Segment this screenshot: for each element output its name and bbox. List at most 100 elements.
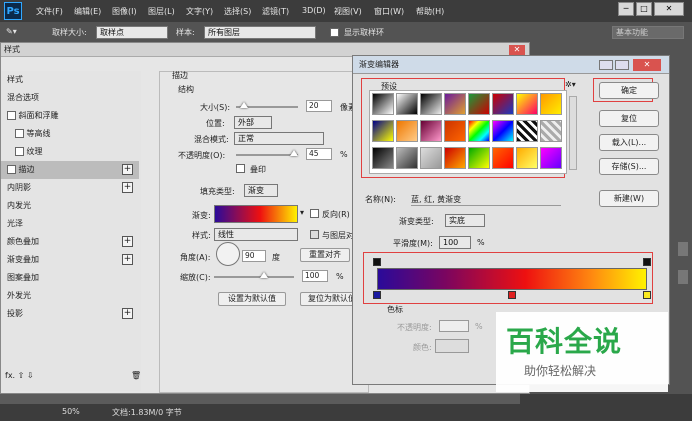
scrollbar[interactable] xyxy=(0,394,520,404)
close-icon[interactable]: ✕ xyxy=(633,59,661,71)
sample-select[interactable]: 所有图层 xyxy=(204,26,316,39)
opacity-input[interactable]: 45 xyxy=(306,148,332,160)
style-item-inner-shadow[interactable]: 内阴影 + xyxy=(1,179,139,197)
style-item-pattern-overlay[interactable]: 图案叠加 xyxy=(1,269,139,287)
preset-swatch[interactable] xyxy=(396,93,418,115)
preset-swatch[interactable] xyxy=(444,147,466,169)
preset-swatch[interactable] xyxy=(396,120,418,142)
maximize-icon[interactable] xyxy=(615,60,629,70)
style-item-texture[interactable]: 纹理 xyxy=(1,143,139,161)
minimize-icon[interactable]: ─ xyxy=(618,2,634,16)
preset-swatch[interactable] xyxy=(372,93,394,115)
menu-layer[interactable]: 图层(L) xyxy=(148,6,175,17)
fx-arrows-icon[interactable]: fx. ⇧ ⇩ xyxy=(5,371,34,380)
angle-dial[interactable] xyxy=(216,242,240,266)
style-item-contour[interactable]: 等高线 xyxy=(1,125,139,143)
contour-checkbox[interactable] xyxy=(15,129,24,138)
preset-swatch[interactable] xyxy=(444,120,466,142)
preset-swatch[interactable] xyxy=(492,147,514,169)
close-icon[interactable]: ✕ xyxy=(654,2,684,16)
chevron-down-icon[interactable]: ▾ xyxy=(300,208,304,217)
preset-swatch[interactable] xyxy=(540,120,562,142)
eyedropper-icon[interactable]: ✎▾ xyxy=(6,27,17,36)
preset-swatch[interactable] xyxy=(516,93,538,115)
smoothness-input[interactable]: 100 xyxy=(439,236,471,249)
overprint-checkbox[interactable] xyxy=(236,164,245,173)
style-item-bevel[interactable]: 斜面和浮雕 xyxy=(1,107,139,125)
preset-swatch[interactable] xyxy=(516,147,538,169)
gradient-type-select[interactable]: 实底 xyxy=(445,214,485,227)
add-icon[interactable]: + xyxy=(122,164,133,175)
style-item-outer-glow[interactable]: 外发光 xyxy=(1,287,139,305)
position-select[interactable]: 外部 xyxy=(234,116,272,129)
add-icon[interactable]: + xyxy=(122,254,133,265)
fill-type-select[interactable]: 渐变 xyxy=(244,184,278,197)
style-item-gradient-overlay[interactable]: 渐变叠加 + xyxy=(1,251,139,269)
reset-button[interactable]: 复位 xyxy=(599,110,659,127)
size-slider-knob[interactable] xyxy=(240,102,248,108)
menu-select[interactable]: 选择(S) xyxy=(224,6,251,17)
scale-slider-knob[interactable] xyxy=(260,272,268,278)
angle-input[interactable]: 90 xyxy=(242,250,266,262)
reverse-checkbox[interactable] xyxy=(310,209,319,218)
presets-scrollbar[interactable] xyxy=(569,96,577,170)
gradient-preview[interactable] xyxy=(214,205,298,223)
add-icon[interactable]: + xyxy=(122,182,133,193)
preset-swatch[interactable] xyxy=(540,93,562,115)
add-icon[interactable]: + xyxy=(122,308,133,319)
preset-swatch[interactable] xyxy=(372,120,394,142)
stroke-checkbox[interactable] xyxy=(7,165,16,174)
preset-swatch[interactable] xyxy=(420,93,442,115)
stop-color-swatch[interactable] xyxy=(435,339,469,353)
set-default-button[interactable]: 设置为默认值 xyxy=(218,292,286,306)
opacity-stop[interactable] xyxy=(643,258,651,266)
preset-swatch[interactable] xyxy=(420,120,442,142)
style-item-blend-options[interactable]: 混合选项 xyxy=(1,89,139,107)
menu-type[interactable]: 文字(Y) xyxy=(186,6,213,17)
gradient-bar[interactable] xyxy=(377,268,647,290)
preset-swatch[interactable] xyxy=(468,147,490,169)
show-ring-checkbox[interactable] xyxy=(330,28,339,37)
menu-image[interactable]: 图像(I) xyxy=(112,6,137,17)
menu-file[interactable]: 文件(F) xyxy=(36,6,63,17)
trash-icon[interactable]: 🗑 xyxy=(131,371,141,380)
gear-icon[interactable]: ✲▾ xyxy=(565,80,576,89)
preset-swatch[interactable] xyxy=(372,147,394,169)
menu-view[interactable]: 视图(V) xyxy=(334,6,362,17)
scale-input[interactable]: 100 xyxy=(302,270,328,282)
workspace-select[interactable]: 基本功能 xyxy=(612,26,684,39)
add-icon[interactable]: + xyxy=(122,236,133,247)
new-button[interactable]: 新建(W) xyxy=(599,190,659,207)
ok-button[interactable]: 确定 xyxy=(599,82,659,99)
opacity-stop[interactable] xyxy=(373,258,381,266)
menu-edit[interactable]: 编辑(E) xyxy=(74,6,101,17)
preset-swatch[interactable] xyxy=(420,147,442,169)
align-checkbox[interactable] xyxy=(310,230,319,239)
load-button[interactable]: 载入(L)... xyxy=(599,134,659,151)
preset-swatch[interactable] xyxy=(540,147,562,169)
style-item-inner-glow[interactable]: 内发光 xyxy=(1,197,139,215)
preset-swatch[interactable] xyxy=(468,93,490,115)
menu-help[interactable]: 帮助(H) xyxy=(416,6,444,17)
menu-filter[interactable]: 滤镜(T) xyxy=(262,6,289,17)
name-input[interactable]: 蓝, 红, 黄渐变 xyxy=(411,194,561,206)
stop-opacity-input[interactable] xyxy=(439,320,469,332)
style-item-drop-shadow[interactable]: 投影 + xyxy=(1,305,139,323)
style-item-color-overlay[interactable]: 颜色叠加 + xyxy=(1,233,139,251)
opacity-slider[interactable] xyxy=(236,154,298,156)
save-button[interactable]: 存储(S)... xyxy=(599,158,659,175)
preset-swatch[interactable] xyxy=(396,147,418,169)
bevel-checkbox[interactable] xyxy=(7,111,16,120)
panel-scroll-icon[interactable] xyxy=(678,242,688,256)
reset-align-button[interactable]: 重置对齐 xyxy=(300,248,350,262)
style-item-satin[interactable]: 光泽 xyxy=(1,215,139,233)
style-item-stroke[interactable]: 描边 + xyxy=(1,161,139,179)
menu-3d[interactable]: 3D(D) xyxy=(302,6,326,15)
color-stop-blue[interactable] xyxy=(373,291,381,299)
texture-checkbox[interactable] xyxy=(15,147,24,156)
maximize-icon[interactable]: □ xyxy=(636,2,652,16)
opacity-slider-knob[interactable] xyxy=(290,150,298,156)
preset-swatch[interactable] xyxy=(492,93,514,115)
blend-mode-select[interactable]: 正常 xyxy=(234,132,324,145)
style-item[interactable]: 样式 xyxy=(1,71,139,89)
